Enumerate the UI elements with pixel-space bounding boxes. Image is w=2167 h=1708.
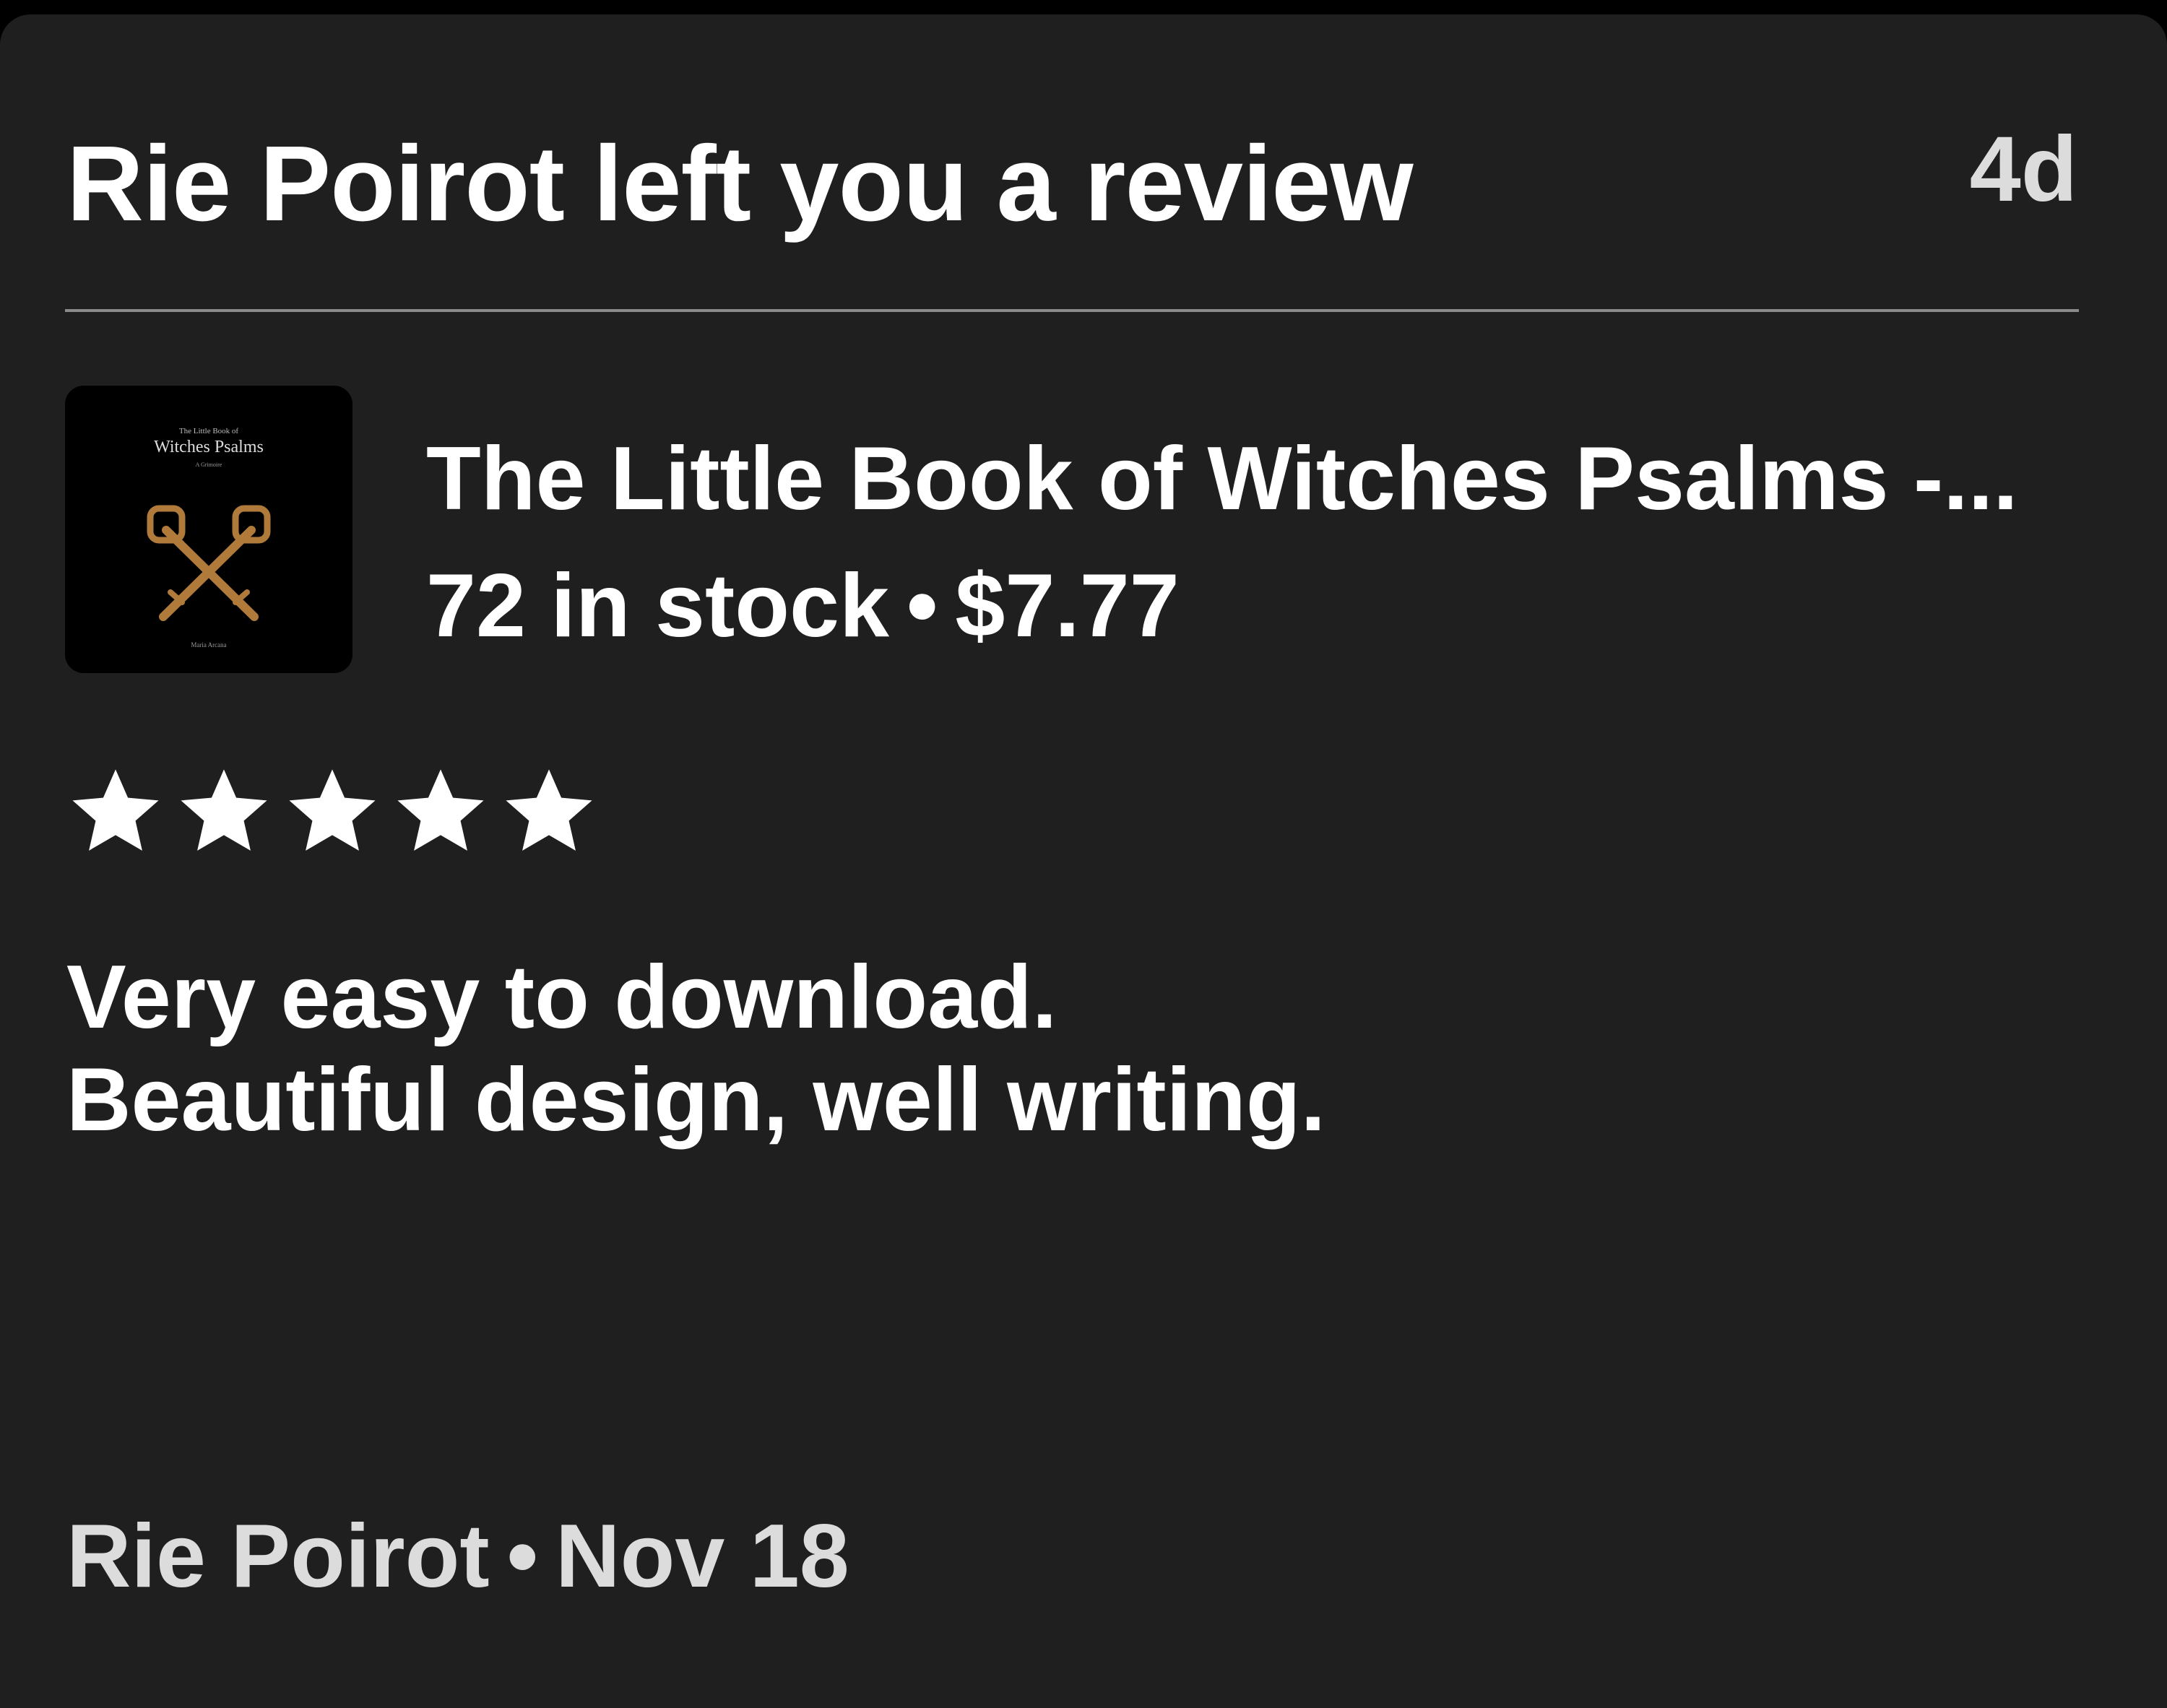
notification-title: Rie Poirot left you a review [66,124,1414,243]
star-icon [397,769,484,851]
star-rating [71,766,594,855]
star-icon [506,769,592,851]
notification-age: 4d [1969,118,2077,221]
cover-subtitle-text: A Grimoire [196,461,222,468]
review-footer: Rie Poirot • Nov 18 [66,1502,849,1611]
review-text: Very easy to download. Beautiful design,… [66,946,1325,1151]
stock-count: 72 in stock [426,556,889,656]
cover-title-text: Witches Psalms [154,438,264,456]
footer-separator: • [506,1507,539,1606]
star-icon [72,769,159,851]
star-icon [181,769,267,851]
review-notification-card[interactable]: Rie Poirot left you a review 4d The Litt… [0,14,2167,1708]
product-thumbnail[interactable]: The Little Book of Witches Psalms A Grim… [65,386,352,673]
review-line: Beautiful design, well writing. [66,1050,1326,1150]
price: $7.77 [955,556,1180,656]
divider [65,309,2079,312]
product-meta: 72 in stock • $7.77 [426,552,1180,660]
star-icon [289,769,376,851]
reviewer-name: Rie Poirot [66,1507,490,1606]
product-title[interactable]: The Little Book of Witches Psalms -... [426,425,2088,533]
review-line: Very easy to download. [66,948,1057,1047]
cover-author-text: Maria Arcana [191,641,226,649]
cover-top-text: The Little Book of [179,427,239,435]
review-date: Nov 18 [555,1507,849,1606]
meta-separator: • [906,556,938,656]
